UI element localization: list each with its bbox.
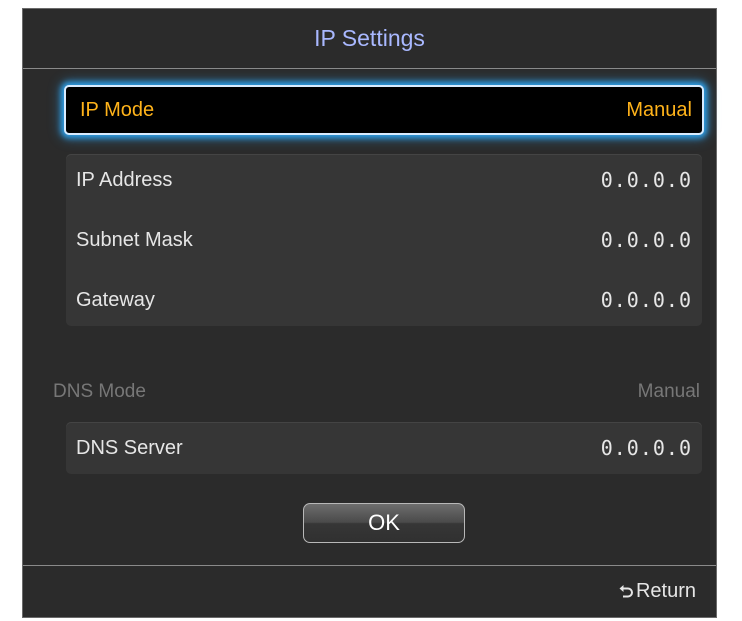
ip-fields-panel: IP Address 0.0.0.0 Subnet Mask 0.0.0.0 G… [66,154,702,326]
gateway-row[interactable]: Gateway 0.0.0.0 [66,285,702,315]
ok-button-label: OK [368,510,400,535]
dns-server-row[interactable]: DNS Server 0.0.0.0 [66,433,702,463]
gateway-label: Gateway [76,288,155,311]
footer-divider [23,565,716,566]
gateway-value: 0.0.0.0 [600,288,692,312]
subnet-mask-row[interactable]: Subnet Mask 0.0.0.0 [66,225,702,255]
ip-settings-dialog: IP Settings IP Mode Manual IP Address 0.… [22,8,717,618]
ip-mode-value: Manual [626,98,692,121]
subnet-mask-label: Subnet Mask [76,228,193,251]
dialog-title: IP Settings [314,25,425,51]
ok-button[interactable]: OK [303,503,465,543]
ip-address-value: 0.0.0.0 [600,168,692,192]
dns-mode-label: DNS Mode [53,381,146,402]
dns-server-panel: DNS Server 0.0.0.0 [66,422,702,474]
ip-mode-row[interactable]: IP Mode Manual [64,85,704,135]
ip-address-label: IP Address [76,168,173,191]
dialog-header: IP Settings [23,9,716,69]
dns-mode-row: DNS Mode Manual [53,377,700,407]
dns-mode-value: Manual [637,381,700,402]
ip-mode-label: IP Mode [80,98,155,121]
subnet-mask-value: 0.0.0.0 [600,228,692,252]
return-label: Return [635,580,696,602]
return-arrow-icon [618,584,634,600]
dns-server-label: DNS Server [76,436,183,459]
ip-address-row[interactable]: IP Address 0.0.0.0 [66,165,702,195]
return-button[interactable]: Return [618,580,696,603]
dns-server-value: 0.0.0.0 [600,436,692,460]
